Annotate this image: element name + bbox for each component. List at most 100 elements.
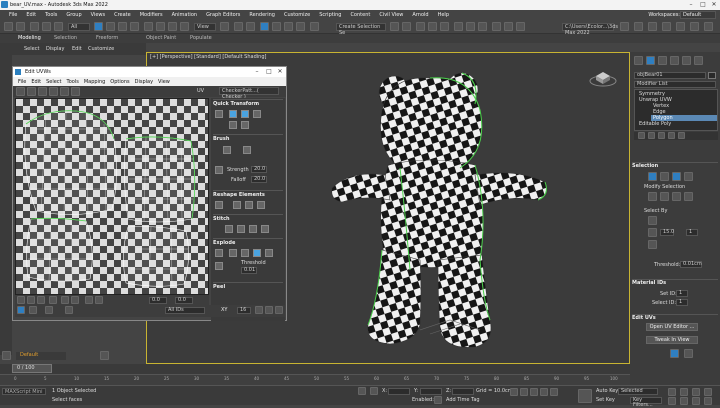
uvw-snap-icon[interactable] xyxy=(65,306,73,314)
uvw-menu-edit[interactable]: Edit xyxy=(31,79,41,85)
placement-icon[interactable] xyxy=(180,22,189,31)
rotate-plus-90-icon[interactable] xyxy=(241,121,249,129)
straighten-icon[interactable] xyxy=(215,201,223,209)
uvw-menu-mapping[interactable]: Mapping xyxy=(84,79,105,85)
ring-icon[interactable] xyxy=(95,296,103,304)
render-production-icon[interactable] xyxy=(516,22,525,31)
pin-stack-icon[interactable] xyxy=(638,132,645,139)
select-by-element-icon[interactable] xyxy=(648,216,657,225)
schematic-view-icon[interactable] xyxy=(466,22,475,31)
uvw-value1-field[interactable]: 0.0 xyxy=(149,297,167,304)
uvw-menu-file[interactable]: File xyxy=(18,79,26,85)
maximize-icon[interactable]: □ xyxy=(698,1,708,9)
adaptive-degradation-icon[interactable] xyxy=(434,396,442,404)
spinner-snap-icon[interactable] xyxy=(296,22,305,31)
pivot-center-icon[interactable] xyxy=(220,22,229,31)
modify-tab-icon[interactable] xyxy=(646,56,655,65)
flatten-by-smoothing-icon[interactable] xyxy=(241,249,249,257)
select-by-name-icon[interactable] xyxy=(106,22,115,31)
tab-freeform[interactable]: Freeform xyxy=(96,35,118,41)
named-selection-dropdown[interactable]: Create Selection Se xyxy=(336,23,386,36)
uvw-close-icon[interactable]: ✕ xyxy=(275,68,285,76)
key-filters-button[interactable]: Key Filters... xyxy=(630,397,662,408)
selection-filter-dropdown[interactable]: All xyxy=(68,23,90,31)
redo-icon[interactable] xyxy=(16,22,25,31)
zoom-extents-icon[interactable] xyxy=(692,388,700,396)
stitch-average-icon[interactable] xyxy=(237,225,245,233)
edge-mode-icon[interactable] xyxy=(660,172,669,181)
toggle-layer-explorer-icon[interactable] xyxy=(428,22,437,31)
uvw-rotate-icon[interactable] xyxy=(27,87,36,96)
menu-file[interactable]: File xyxy=(9,12,17,18)
flatten-by-material-icon[interactable] xyxy=(253,249,261,257)
project-path-dropdown[interactable]: C:\Users\Ecolor...\3ds Max 2022 xyxy=(562,23,618,36)
viewport-label[interactable]: [+] [Perspective] [Standard] [Default Sh… xyxy=(150,54,266,60)
link-icon[interactable] xyxy=(30,22,39,31)
flatten-by-polygon-icon[interactable] xyxy=(229,249,237,257)
peel-header[interactable]: Peel xyxy=(213,282,283,290)
display-tab-icon[interactable] xyxy=(682,56,691,65)
checker-map-dropdown[interactable]: CheckerPatt...( Checker ) xyxy=(219,87,279,100)
uvw-maximize-icon[interactable]: □ xyxy=(264,68,274,76)
menu-arnold[interactable]: Arnold xyxy=(412,12,428,18)
tab-object-paint[interactable]: Object Paint xyxy=(146,35,176,41)
menu-scripting[interactable]: Scripting xyxy=(319,12,341,18)
strength-field[interactable]: 20.0 xyxy=(251,166,267,173)
walk-through-icon[interactable] xyxy=(680,397,688,405)
uvw-filter-icon[interactable] xyxy=(29,306,37,314)
planar-angle-icon[interactable] xyxy=(648,228,657,237)
menu-content[interactable]: Content xyxy=(350,12,370,18)
select-object-icon[interactable] xyxy=(94,22,103,31)
rect-selection-icon[interactable] xyxy=(118,22,127,31)
reshape-elements-header[interactable]: Reshape Elements xyxy=(213,190,283,198)
explode-header[interactable]: Explode xyxy=(213,238,283,246)
menu-graph-editors[interactable]: Graph Editors xyxy=(206,12,240,18)
material-editor-icon[interactable] xyxy=(478,22,487,31)
loop-selection-icon[interactable] xyxy=(672,192,681,201)
select-id-field[interactable]: 1 xyxy=(676,299,688,306)
z-coordinate-field[interactable] xyxy=(452,388,474,395)
space-horizontal-icon[interactable] xyxy=(253,110,261,118)
play-icon[interactable] xyxy=(530,388,538,396)
workspaces-dropdown[interactable]: Default xyxy=(680,11,716,19)
set-key-button[interactable]: Set Key xyxy=(596,397,615,403)
zoom-all-icon[interactable] xyxy=(680,388,688,396)
grow-selection-icon[interactable] xyxy=(648,192,657,201)
unlink-icon[interactable] xyxy=(42,22,51,31)
uvw-absolute-icon[interactable] xyxy=(45,306,53,314)
uvw-menu-tools[interactable]: Tools xyxy=(67,79,79,85)
uvw-value2-field[interactable]: 0.0 xyxy=(175,297,193,304)
time-slider[interactable]: 0 / 100 xyxy=(12,364,52,373)
object-color-swatch[interactable] xyxy=(708,72,716,79)
modifier-list-dropdown[interactable]: Modifier List xyxy=(634,81,716,88)
project-folder-icon[interactable] xyxy=(620,22,629,31)
curve-editor-icon[interactable] xyxy=(454,22,463,31)
flatten-icon[interactable] xyxy=(684,349,693,358)
uvw-zoom-extents-icon[interactable] xyxy=(275,306,283,314)
uvw-zoom-icon[interactable] xyxy=(255,306,263,314)
a360-icon[interactable] xyxy=(690,22,699,31)
shrink-selection-icon[interactable] xyxy=(660,192,669,201)
uvw-mirror-icon[interactable] xyxy=(60,87,69,96)
select-element-icon[interactable] xyxy=(49,296,57,304)
menu-group[interactable]: Group xyxy=(66,12,81,18)
render-setup-icon[interactable] xyxy=(492,22,501,31)
loop-icon[interactable] xyxy=(85,296,93,304)
tab-modeling[interactable]: Modeling xyxy=(18,35,41,41)
zoom-icon[interactable] xyxy=(668,388,676,396)
reshape-options-icon[interactable] xyxy=(257,201,265,209)
menu-animation[interactable]: Animation xyxy=(172,12,198,18)
edit-uvs-rollout-header[interactable]: Edit UVs xyxy=(632,314,718,322)
selection-rollout-header[interactable]: Selection xyxy=(632,162,718,170)
render-cloud-icon[interactable] xyxy=(648,22,657,31)
vertex-mode-icon[interactable] xyxy=(648,172,657,181)
uvw-freeform-icon[interactable] xyxy=(49,87,58,96)
percent-snap-icon[interactable] xyxy=(284,22,293,31)
select-polygon-icon[interactable] xyxy=(37,296,45,304)
threshold-field[interactable]: 0.01cm xyxy=(680,261,702,268)
close-icon[interactable]: ✕ xyxy=(709,1,719,9)
orbit-icon[interactable] xyxy=(692,397,700,405)
snaps-toggle-icon[interactable] xyxy=(260,22,269,31)
uvw-pan-icon[interactable] xyxy=(265,306,273,314)
quick-transform-header[interactable]: Quick Transform xyxy=(213,99,283,107)
